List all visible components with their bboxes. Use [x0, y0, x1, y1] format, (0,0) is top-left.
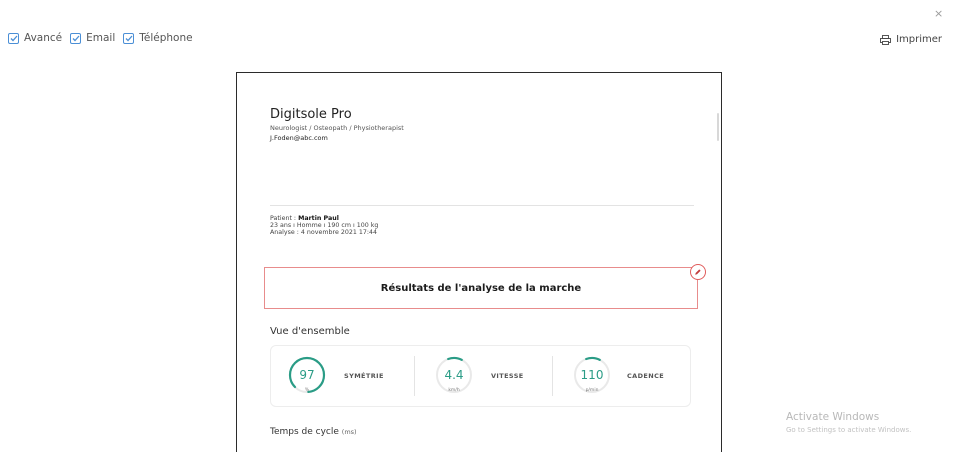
cadence-value: 110 [580, 368, 604, 382]
practitioner-email: J.Foden@abc.com [270, 134, 328, 142]
patient-name: Martin Paul [298, 215, 339, 222]
symmetry-value: 97 [299, 368, 315, 382]
divider [270, 205, 694, 206]
cycle-time-unit: (ms) [341, 428, 357, 436]
scrollbar[interactable] [717, 113, 719, 141]
print-button[interactable]: Imprimer [880, 34, 942, 45]
check-icon [125, 35, 133, 41]
metric-cadence: 110 p/min CADENCE [555, 346, 691, 406]
metric-speed: 4.4 km/h VITESSE [417, 346, 553, 406]
speed-gauge: 4.4 km/h [434, 355, 474, 395]
patient-info: Patient : Martin Paul 23 ans ı Homme ı 1… [270, 215, 378, 237]
option-email-label: Email [86, 32, 116, 44]
print-label: Imprimer [896, 34, 942, 45]
analysis-date: Analyse : 4 novembre 2021 17:44 [270, 229, 377, 237]
cadence-gauge: 110 p/min [572, 355, 612, 395]
toolbar: × Avancé Email Téléphone Imprimer [0, 0, 954, 60]
symmetry-gauge: 97 % [287, 355, 327, 395]
patient-line: Patient : Martin Paul [270, 215, 378, 222]
metric-divider [414, 356, 415, 396]
practitioner-name: Digitsole Pro [270, 107, 352, 122]
option-phone[interactable]: Téléphone [123, 32, 193, 44]
option-advanced[interactable]: Avancé [8, 32, 62, 44]
cycle-time-label: Temps de cycle (ms) [270, 427, 357, 437]
speed-label: VITESSE [491, 372, 524, 380]
report-preview: Digitsole Pro Neurologist / Osteopath / … [236, 72, 722, 452]
speed-unit: km/h [448, 388, 460, 393]
results-title: Résultats de l'analyse de la marche [380, 282, 582, 294]
check-icon [72, 35, 80, 41]
symmetry-label: SYMÉTRIE [344, 372, 384, 380]
check-icon [10, 35, 17, 41]
option-email[interactable]: Email [70, 32, 115, 44]
pencil-icon [695, 269, 701, 275]
cycle-time-title: Temps de cycle [270, 427, 339, 437]
metrics-card: 97 % SYMÉTRIE 4.4 km/h VITESSE 110 p/min… [270, 345, 691, 407]
windows-activation-title: Activate Windows [786, 411, 880, 423]
option-phone-label: Téléphone [139, 32, 193, 44]
checkbox-advanced[interactable] [8, 32, 19, 44]
metric-divider [552, 356, 553, 396]
printer-icon [880, 34, 892, 45]
patient-details: 23 ans ı Homme ı 190 cm ı 100 kg [270, 222, 379, 230]
option-advanced-label: Avancé [24, 32, 63, 44]
cadence-unit: p/min [585, 388, 599, 393]
speed-value: 4.4 [444, 368, 464, 382]
export-options: Avancé Email Téléphone [8, 32, 201, 44]
results-title-box[interactable]: Résultats de l'analyse de la marche [264, 267, 698, 309]
checkbox-email[interactable] [70, 32, 82, 44]
close-icon[interactable]: × [934, 8, 943, 20]
patient-prefix: Patient : [270, 215, 299, 222]
overview-label: Vue d'ensemble [270, 326, 350, 337]
checkbox-phone[interactable] [123, 32, 135, 44]
cadence-label: CADENCE [627, 372, 665, 380]
symmetry-unit: % [304, 388, 310, 393]
windows-activation-subtitle: Go to Settings to activate Windows. [786, 426, 912, 434]
metric-symmetry: 97 % SYMÉTRIE [271, 346, 411, 406]
edit-button[interactable] [690, 264, 706, 280]
practitioner-specialty: Neurologist / Osteopath / Physiotherapis… [270, 124, 404, 132]
